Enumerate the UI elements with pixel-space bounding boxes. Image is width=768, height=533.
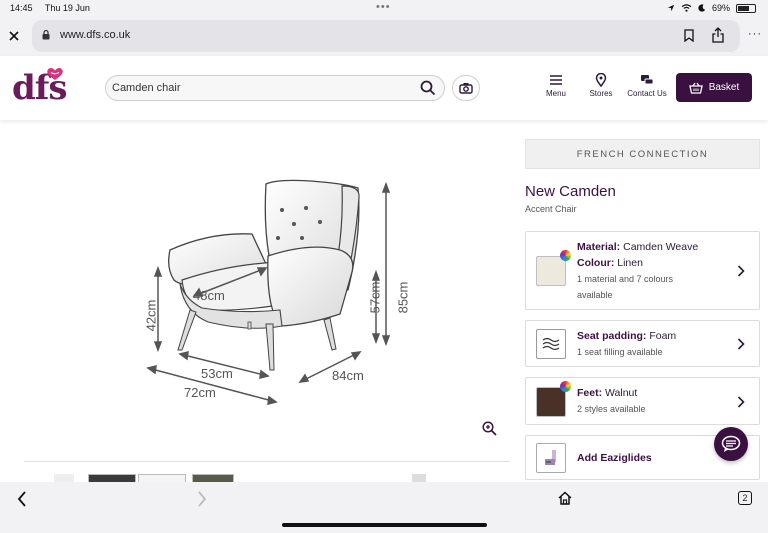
search-value: Camden chair [112,82,181,94]
status-bar: 14:45 Thu 19 Jun ••• 69% [0,0,768,16]
camera-icon [459,83,473,94]
padding-waves-icon [542,337,560,351]
status-time: 14:45 [10,3,33,13]
basket-button[interactable]: Basket [676,73,752,102]
thumbnail-strip [24,461,510,484]
stores-button[interactable]: Stores [576,73,626,98]
eaziglides-icon [545,450,556,465]
location-icon [667,4,675,12]
colour-wheel-icon [560,250,571,261]
browser-toolbar: 2 [0,482,768,533]
seat-padding-swatch [536,329,566,359]
bookmark-icon[interactable] [684,29,694,42]
material-label: Material: [577,241,621,253]
dimension-seat-height: 42cm [143,299,159,332]
lock-icon [42,30,50,40]
chevron-right-icon [737,396,745,408]
browser-address-bar: www.dfs.co.uk ··· [0,16,768,56]
dimension-depth: 84cm [332,368,364,383]
seat-padding-availability: 1 seat filling available [577,347,663,357]
dimension-inner-width: 53cm [201,366,233,381]
url-field[interactable]: www.dfs.co.uk [32,20,740,52]
eaziglides-swatch [536,443,566,473]
basket-label: Basket [708,82,740,93]
chat-icon [721,435,741,452]
chat-bubbles-icon [641,75,654,85]
colour-wheel-icon [560,381,571,392]
zoom-in-icon[interactable] [482,421,497,436]
search-icon[interactable] [420,80,436,96]
product-image[interactable]: 48cm 42cm 57cm 85cm 53cm 72cm 84cm [0,122,512,482]
home-icon[interactable] [558,491,572,505]
chevron-right-icon [737,265,745,277]
material-colour-option[interactable]: Material: Camden Weave Colour: Linen 1 m… [525,231,760,310]
close-icon[interactable] [9,31,19,41]
chevron-right-icon [737,338,745,350]
material-availability-line2: available [577,290,613,300]
product-title: New Camden [525,183,616,200]
dimension-total-height: 85cm [395,281,411,314]
eaziglides-label: Add Eaziglides [577,452,652,464]
dimension-seat-depth: 48cm [193,288,225,303]
battery-icon [736,3,756,13]
visual-search-button[interactable] [452,75,480,101]
feet-availability: 2 styles available [577,404,646,414]
menu-label: Menu [545,89,566,98]
feet-swatch [536,387,566,417]
seat-padding-option[interactable]: Seat padding: Foam 1 seat filling availa… [525,320,760,367]
battery-percentage: 69% [711,3,730,13]
heart-logo-icon [47,68,63,80]
seat-padding-text: Seat padding: Foam 1 seat filling availa… [577,328,676,360]
dimension-total-width: 72cm [184,385,216,400]
colour-label: Colour: [577,257,615,269]
brand-label: FRENCH CONNECTION [525,139,760,169]
more-options-icon[interactable]: ··· [748,28,762,40]
share-icon[interactable] [712,27,724,43]
seat-padding-label: Seat padding: [577,330,647,342]
back-icon[interactable] [17,491,27,507]
wifi-icon [681,4,692,12]
seat-padding-value: Foam [649,330,677,342]
material-value: Camden Weave [623,241,699,253]
material-availability-line1: 1 material and 7 colours [577,274,674,284]
menu-button[interactable]: Menu [531,73,581,98]
hamburger-icon [550,75,562,85]
contact-us-button[interactable]: Contact Us [622,73,672,98]
home-indicator[interactable] [282,523,487,527]
material-text: Material: Camden Weave Colour: Linen 1 m… [577,239,698,303]
tabs-count-icon[interactable]: 2 [738,491,752,505]
colour-value: Linen [617,257,643,269]
basket-icon [688,82,703,94]
url-text: www.dfs.co.uk [60,29,131,41]
dimension-arm-height: 57cm [367,281,383,314]
multitask-dots-icon[interactable]: ••• [376,1,391,13]
material-swatch [536,256,566,286]
eaziglides-text: Add Eaziglides [577,450,652,466]
battery-fill [738,5,750,11]
feet-value: Walnut [605,387,638,399]
site-header: dfs Camden chair Menu Stores Contact Us … [0,56,768,120]
forward-icon[interactable] [197,491,207,507]
feet-option[interactable]: Feet: Walnut 2 styles available [525,377,760,425]
product-subtitle: Accent Chair [525,204,577,214]
feet-label: Feet: [577,387,603,399]
contact-label: Contact Us [627,89,667,98]
live-chat-button[interactable] [714,427,748,461]
moon-icon [698,4,706,12]
search-input[interactable]: Camden chair [105,75,445,101]
map-pin-icon [595,73,607,87]
feet-text: Feet: Walnut 2 styles available [577,385,646,417]
status-date: Thu 19 Jun [44,3,90,13]
stores-label: Stores [589,89,613,98]
